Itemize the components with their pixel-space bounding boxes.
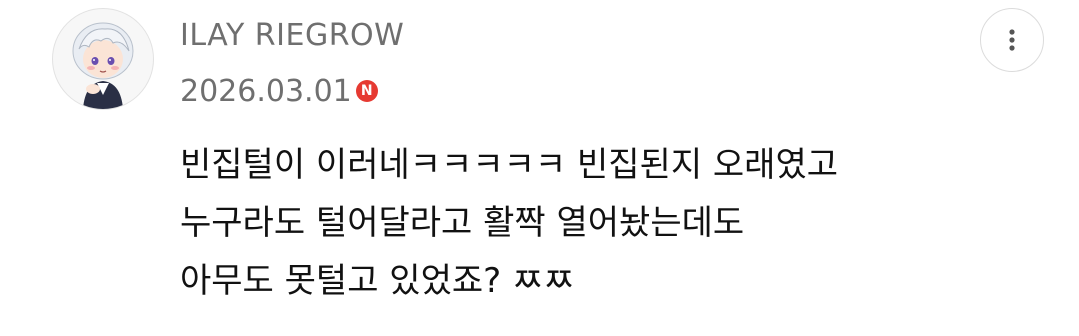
more-vertical-icon <box>1009 29 1015 51</box>
comment-item: ILAY RIEGROW 2026.03.01 N 빈집털이 이러네ㅋㅋㅋㅋㅋ … <box>0 0 1079 336</box>
author-name[interactable]: ILAY RIEGROW <box>180 18 404 53</box>
comment-line: 빈집털이 이러네ㅋㅋㅋㅋㅋ 빈집된지 오래였고 <box>180 145 839 185</box>
more-options-button[interactable] <box>980 8 1044 72</box>
new-badge: N <box>355 80 378 102</box>
comment-date: 2026.03.01 <box>180 73 352 109</box>
avatar[interactable] <box>52 8 154 110</box>
meta-row: 2026.03.01 N <box>180 72 378 110</box>
avatar-illustration <box>72 22 134 109</box>
comment-line: 누구라도 털어달라고 활짝 열어놨는데도 <box>180 203 745 243</box>
comment-line: 아무도 못털고 있었죠? ㅉㅉ <box>180 261 575 301</box>
comment-body: 빈집털이 이러네ㅋㅋㅋㅋㅋ 빈집된지 오래였고 누구라도 털어달라고 활짝 열어… <box>180 136 1040 310</box>
